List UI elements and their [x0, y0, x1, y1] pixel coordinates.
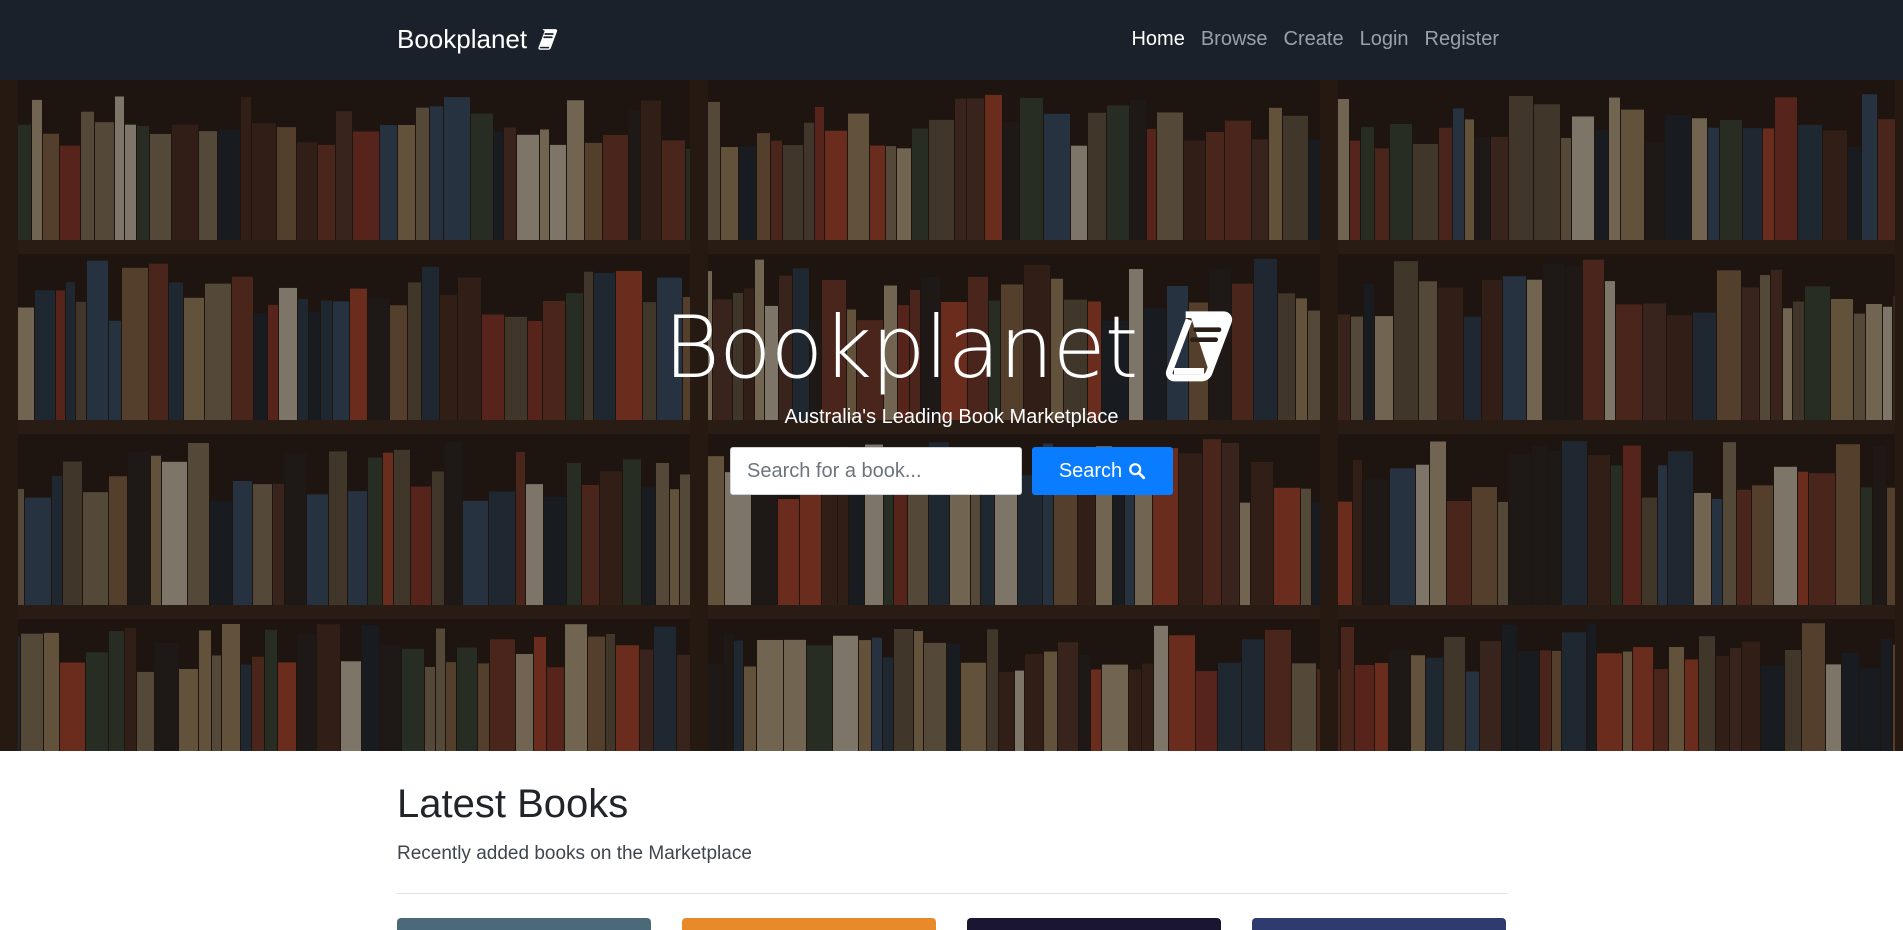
search-input[interactable]	[730, 447, 1022, 495]
latest-books-subtitle: Recently added books on the Marketplace	[397, 843, 752, 864]
brand-text: Bookplanet	[397, 24, 528, 54]
book-card-list	[397, 918, 1507, 930]
book-icon	[1166, 311, 1233, 382]
hero-title-text: Bookplanet	[663, 298, 1139, 398]
section-divider	[397, 893, 1507, 894]
nav-register[interactable]: Register	[1425, 28, 1499, 51]
nav-login[interactable]: Login	[1360, 28, 1409, 51]
nav-links: Home Browse Create Login Register	[1131, 28, 1499, 51]
hero-banner: Bookplanet Australia's Leading Book Mark…	[0, 80, 1903, 751]
brand-link[interactable]: Bookplanet	[397, 24, 561, 55]
book-icon	[538, 28, 558, 50]
hero-title: Bookplanet	[0, 298, 1903, 398]
top-navbar: Bookplanet Home Browse Create Login Regi…	[0, 0, 1903, 80]
book-card[interactable]	[1252, 918, 1506, 930]
search-button[interactable]: Search	[1032, 447, 1173, 495]
book-card[interactable]	[682, 918, 936, 930]
search-icon	[1129, 463, 1146, 480]
book-card[interactable]	[967, 918, 1221, 930]
nav-create[interactable]: Create	[1284, 28, 1344, 51]
search-form: Search	[730, 447, 1173, 495]
search-button-label: Search	[1058, 459, 1123, 482]
latest-books-title: Latest Books	[397, 782, 629, 826]
hero-subtitle: Australia's Leading Book Marketplace	[784, 406, 1119, 428]
nav-browse[interactable]: Browse	[1201, 28, 1268, 51]
book-card[interactable]	[397, 918, 651, 930]
nav-home[interactable]: Home	[1131, 28, 1184, 51]
